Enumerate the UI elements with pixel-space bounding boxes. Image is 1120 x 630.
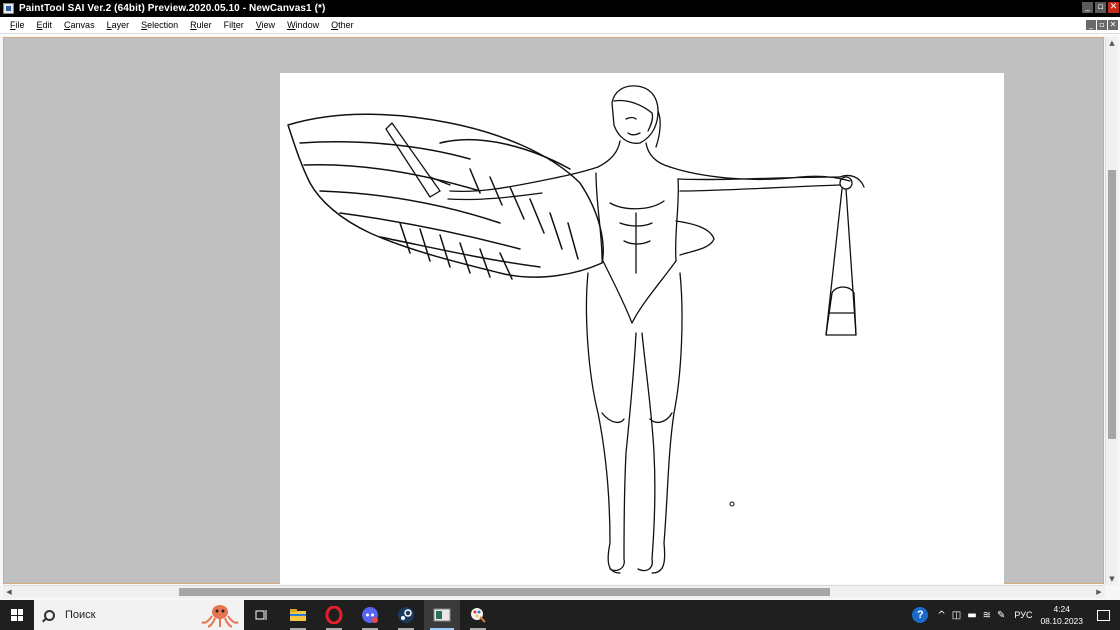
document-minimize-button[interactable]: _ [1086, 20, 1096, 30]
menu-canvas[interactable]: Canvas [58, 20, 101, 30]
maximize-button[interactable]: ▫ [1095, 2, 1106, 13]
document-controls: _ ▫ ✕ [1086, 20, 1118, 30]
window-title: PaintTool SAI Ver.2 (64bit) Preview.2020… [19, 3, 326, 14]
taskbar-search[interactable]: Поиск [34, 600, 244, 630]
sketch-right-arm [677, 174, 865, 336]
vertical-scrollbar[interactable]: ▲ ▼ [1105, 37, 1118, 585]
menu-layer[interactable]: Layer [101, 20, 136, 30]
sketch-artwork [287, 85, 865, 574]
sketch-wing [287, 113, 604, 280]
menu-filter[interactable]: Filter [218, 20, 250, 30]
opera-icon [325, 606, 343, 624]
painttool-sai-icon [433, 608, 451, 622]
window-controls: _ ▫ ✕ [1082, 2, 1119, 13]
system-tray: ? ^ ◫ ▬ ≋ ✎ РУС 4:24 08.10.2023 [912, 600, 1120, 630]
file-explorer-button[interactable] [280, 600, 316, 630]
scroll-left-arrow-icon[interactable]: ◀ [3, 586, 15, 598]
battery-icon[interactable]: ▬ [967, 610, 976, 621]
meet-now-icon[interactable]: ◫ [952, 610, 961, 621]
wifi-icon[interactable]: ≋ [983, 610, 991, 621]
clock-time: 4:24 [1053, 604, 1070, 614]
search-placeholder: Поиск [65, 609, 96, 621]
menu-other[interactable]: Other [325, 20, 360, 30]
horizontal-scrollbar[interactable]: ◀ ▶ [3, 585, 1105, 598]
menu-ruler[interactable]: Ruler [184, 20, 218, 30]
task-view-icon [255, 610, 267, 620]
steam-button[interactable] [388, 600, 424, 630]
horizontal-scroll-thumb[interactable] [179, 588, 830, 596]
scroll-right-arrow-icon[interactable]: ▶ [1093, 586, 1105, 598]
app-icon[interactable] [3, 3, 14, 14]
discord-button[interactable] [352, 600, 388, 630]
menu-window[interactable]: Window [281, 20, 325, 30]
workspace: ▲ ▼ ◀ ▶ [0, 35, 1120, 600]
brush-cursor [729, 501, 735, 507]
language-indicator[interactable]: РУС [1014, 610, 1032, 620]
steam-icon [398, 607, 414, 623]
file-explorer-icon [290, 609, 306, 621]
menu-file[interactable]: File [0, 20, 31, 30]
chevron-up-icon[interactable]: ^ [937, 610, 945, 621]
paint-app-icon [471, 608, 486, 623]
octopus-doodle-icon [201, 605, 239, 628]
menu-bar: File Edit Canvas Layer Selection Ruler F… [0, 17, 1120, 34]
clock-date: 08.10.2023 [1040, 616, 1083, 626]
paint-app-button[interactable] [460, 600, 496, 630]
menu-selection[interactable]: Selection [135, 20, 184, 30]
document-restore-button[interactable]: ▫ [1097, 20, 1107, 30]
scroll-up-arrow-icon[interactable]: ▲ [1106, 37, 1118, 49]
close-button[interactable]: ✕ [1108, 2, 1119, 13]
help-icon[interactable]: ? [912, 607, 929, 623]
sketch-head [611, 85, 661, 148]
taskbar: Поиск ? ^ ◫ ▬ ≋ ✎ РУС 4:24 08.10.2023 [0, 600, 1120, 630]
search-icon [44, 609, 55, 621]
painttool-sai-button[interactable] [424, 600, 460, 630]
vertical-scroll-thumb[interactable] [1108, 170, 1116, 439]
clock[interactable]: 4:24 08.10.2023 [1040, 603, 1083, 627]
opera-button[interactable] [316, 600, 352, 630]
menu-view[interactable]: View [250, 20, 281, 30]
scroll-down-arrow-icon[interactable]: ▼ [1106, 573, 1118, 585]
notification-center-icon[interactable] [1097, 609, 1110, 621]
task-view-button[interactable] [244, 600, 280, 630]
windows-logo-icon [11, 609, 23, 621]
discord-icon [362, 607, 378, 623]
pen-workspace-icon[interactable]: ✎ [997, 610, 1005, 621]
drawing-canvas[interactable] [280, 73, 1004, 584]
menu-edit[interactable]: Edit [31, 20, 59, 30]
sketch-left-arm [385, 122, 543, 201]
canvas-viewport[interactable] [3, 37, 1104, 584]
title-bar: PaintTool SAI Ver.2 (64bit) Preview.2020… [0, 0, 1120, 17]
start-button[interactable] [0, 600, 34, 630]
document-close-button[interactable]: ✕ [1108, 20, 1118, 30]
minimize-button[interactable]: _ [1082, 2, 1093, 13]
